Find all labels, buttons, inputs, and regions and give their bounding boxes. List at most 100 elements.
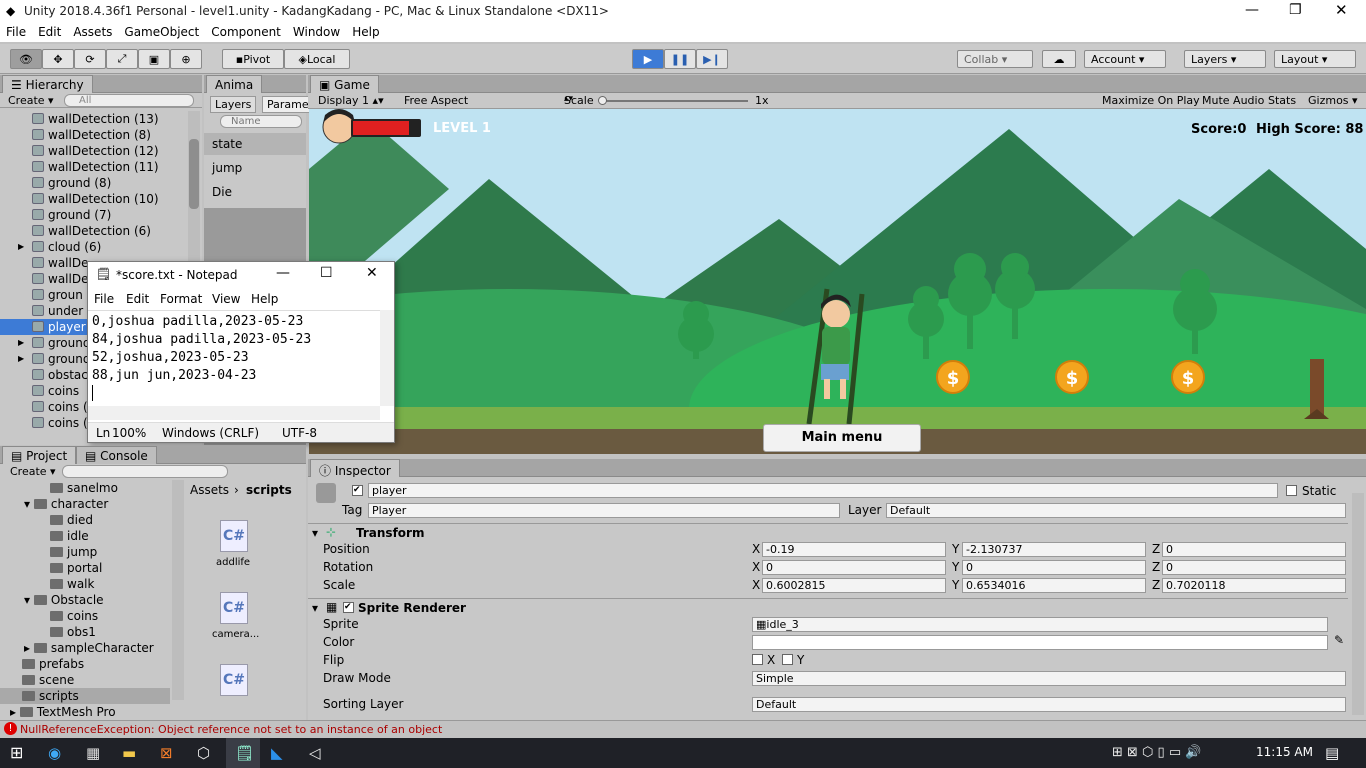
cloud-button[interactable]: ☁: [1042, 50, 1076, 68]
clock[interactable]: 11:15 AM: [1256, 745, 1313, 759]
asset-addlife[interactable]: addlife: [216, 557, 250, 568]
game-viewport[interactable]: $ $ $ LEVEL 1 Score:0 High Score: 88 Mai…: [309, 109, 1366, 454]
csharp-file-icon[interactable]: C#: [220, 520, 248, 552]
hierarchy-item[interactable]: wallDetection (12): [0, 143, 186, 159]
rotation-z-field[interactable]: 0: [1162, 560, 1346, 575]
project-folder-item[interactable]: jump: [0, 544, 170, 560]
project-tree-scrollbar[interactable]: [172, 480, 184, 700]
color-field[interactable]: [752, 635, 1328, 650]
minimize-button[interactable]: —: [1245, 2, 1259, 18]
notepad-menu-help[interactable]: Help: [251, 292, 278, 306]
param-jump[interactable]: jump: [204, 157, 306, 179]
tab-hierarchy[interactable]: ☰ Hierarchy: [2, 75, 93, 93]
animator-search-input[interactable]: Name: [220, 115, 302, 128]
close-button[interactable]: ✕: [1335, 1, 1348, 19]
vscode-icon[interactable]: ◣: [271, 744, 283, 762]
notepad-menu-view[interactable]: View: [212, 292, 240, 306]
notepad-minimize-button[interactable]: —: [276, 265, 290, 281]
file-explorer-icon[interactable]: ▬: [122, 744, 136, 762]
error-message[interactable]: NullReferenceException: Object reference…: [20, 723, 442, 736]
animator-layers-tab[interactable]: Layers: [210, 96, 257, 113]
project-create-dropdown[interactable]: Create ▾: [10, 465, 56, 478]
scale-tool-button[interactable]: ⤢: [106, 49, 138, 69]
edge-icon[interactable]: ◉: [48, 744, 61, 762]
expand-arrow-icon[interactable]: ▾: [24, 593, 34, 607]
layer-dropdown[interactable]: Default: [886, 503, 1346, 518]
unity-hub-icon[interactable]: ⬡: [197, 744, 210, 762]
unity-editor-icon[interactable]: ◁: [309, 744, 321, 762]
tag-dropdown[interactable]: Player: [368, 503, 840, 518]
xampp-icon[interactable]: ⊠: [160, 744, 173, 762]
sprite-field[interactable]: ▦idle_3: [752, 617, 1328, 632]
pause-button[interactable]: ❚❚: [664, 49, 696, 69]
pivot-button[interactable]: ▪ Pivot: [222, 49, 284, 69]
stats-toggle[interactable]: Stats: [1268, 94, 1296, 107]
position-z-field[interactable]: 0: [1162, 542, 1346, 557]
breadcrumb-scripts[interactable]: scripts: [246, 483, 292, 497]
menu-help[interactable]: Help: [346, 22, 385, 42]
static-checkbox[interactable]: [1286, 485, 1297, 496]
notepad-vscrollbar[interactable]: [380, 310, 394, 406]
param-state[interactable]: state: [204, 133, 306, 155]
expand-arrow-icon[interactable]: ▾: [24, 497, 34, 511]
hierarchy-search-input[interactable]: All: [64, 94, 194, 107]
tab-animator[interactable]: Anima: [206, 75, 263, 93]
tab-inspector[interactable]: ⓘ Inspector: [310, 459, 400, 478]
scale-z-field[interactable]: 0.7020118: [1162, 578, 1346, 593]
gameobject-name-field[interactable]: player: [368, 483, 1278, 498]
project-folder-item[interactable]: idle: [0, 528, 170, 544]
draw-mode-dropdown[interactable]: Simple: [752, 671, 1346, 686]
transform-header[interactable]: ▾ ⊹ Transform: [308, 523, 1348, 541]
flip-y-checkbox[interactable]: [782, 654, 793, 665]
menu-assets[interactable]: Assets: [67, 22, 118, 42]
tray-icons[interactable]: ⊞ ⊠ ⬡ ▯ ▭ 🔊: [1112, 745, 1201, 760]
sprite-renderer-enabled-checkbox[interactable]: ✔: [343, 602, 354, 613]
rect-tool-button[interactable]: ▣: [138, 49, 170, 69]
hierarchy-scroll-thumb[interactable]: [189, 139, 199, 209]
hierarchy-item[interactable]: wallDetection (8): [0, 127, 186, 143]
active-checkbox[interactable]: ✔: [352, 485, 363, 496]
gizmos-dropdown[interactable]: Gizmos ▾: [1308, 94, 1358, 107]
layout-dropdown[interactable]: Layout ▾: [1274, 50, 1356, 68]
notifications-icon[interactable]: ▤: [1325, 744, 1339, 762]
step-button[interactable]: ▶❙: [696, 49, 728, 69]
calculator-icon[interactable]: ▦: [86, 744, 100, 762]
hierarchy-create-dropdown[interactable]: Create ▾: [8, 94, 54, 107]
position-y-field[interactable]: -2.130737: [962, 542, 1146, 557]
notepad-menu-edit[interactable]: Edit: [126, 292, 149, 306]
tab-console[interactable]: ▤ Console: [76, 446, 157, 464]
aspect-dropdown[interactable]: Free Aspect: [404, 94, 468, 107]
notepad-close-button[interactable]: ✕: [366, 265, 378, 281]
project-folder-item[interactable]: prefabs: [0, 656, 170, 672]
menu-window[interactable]: Window: [287, 22, 346, 42]
menu-gameobject[interactable]: GameObject: [118, 22, 205, 42]
asset-camera[interactable]: camera...: [212, 629, 259, 640]
scale-x-field[interactable]: 0.6002815: [762, 578, 946, 593]
hierarchy-item[interactable]: wallDetection (6): [0, 223, 186, 239]
expand-arrow-icon[interactable]: ▶: [18, 239, 24, 255]
scale-slider[interactable]: [600, 100, 748, 102]
rotation-y-field[interactable]: 0: [962, 560, 1146, 575]
project-folder-item[interactable]: died: [0, 512, 170, 528]
account-dropdown[interactable]: Account ▾: [1084, 50, 1166, 68]
notepad-menu-file[interactable]: File: [94, 292, 114, 306]
notepad-maximize-button[interactable]: ☐: [320, 265, 333, 281]
inspector-scrollbar[interactable]: [1352, 493, 1364, 715]
project-folder-item[interactable]: obs1: [0, 624, 170, 640]
project-folder-item[interactable]: scene: [0, 672, 170, 688]
mute-audio-toggle[interactable]: Mute Audio: [1202, 94, 1264, 107]
layers-dropdown[interactable]: Layers ▾: [1184, 50, 1266, 68]
hierarchy-item[interactable]: ground (7): [0, 207, 186, 223]
sprite-renderer-header[interactable]: ▾ ▦ ✔ Sprite Renderer: [308, 598, 1348, 616]
scale-slider-thumb[interactable]: [598, 96, 607, 105]
flip-x-checkbox[interactable]: [752, 654, 763, 665]
move-tool-button[interactable]: ✥: [42, 49, 74, 69]
csharp-file-icon[interactable]: C#: [220, 664, 248, 696]
tab-game[interactable]: ▣ Game: [310, 75, 379, 93]
windows-start-icon[interactable]: ⊞: [10, 743, 23, 762]
hierarchy-item[interactable]: ground (8): [0, 175, 186, 191]
tab-project[interactable]: ▤ Project: [2, 446, 77, 464]
project-folder-item[interactable]: ▸ sampleCharacter: [0, 640, 170, 656]
hierarchy-item[interactable]: wallDetection (11): [0, 159, 186, 175]
menu-file[interactable]: File: [0, 22, 32, 42]
